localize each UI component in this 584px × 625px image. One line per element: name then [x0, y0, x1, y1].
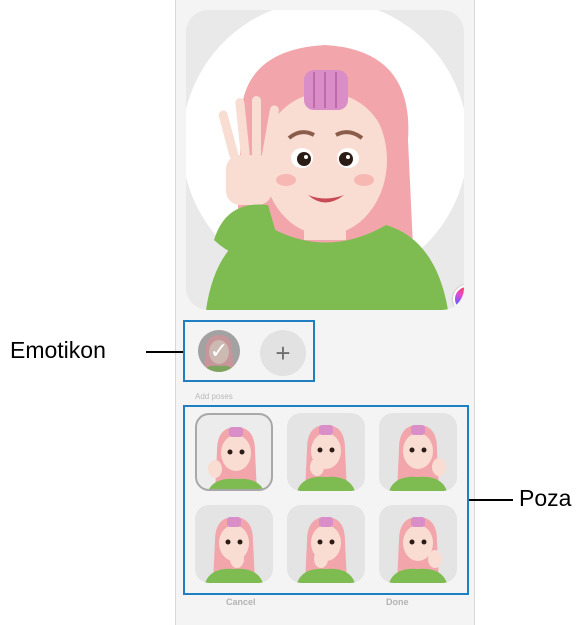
cancel-button[interactable]: Cancel — [226, 597, 256, 607]
pose-callout-label: Poza — [519, 485, 572, 511]
pose-item[interactable] — [379, 413, 457, 491]
pose-item[interactable] — [195, 413, 273, 491]
pose-avatar-icon — [389, 425, 447, 491]
pose-avatar-icon — [297, 425, 355, 491]
pose-item[interactable] — [287, 413, 365, 491]
pose-callout-line — [469, 499, 513, 501]
poses-grid — [183, 405, 469, 595]
done-button[interactable]: Done — [386, 597, 409, 607]
pose-avatar-icon — [389, 517, 447, 583]
emoticon-callout-label: Emotikon — [10, 337, 106, 363]
pose-avatar-icon — [297, 517, 355, 583]
section-hint: Add poses — [195, 392, 233, 401]
selected-check-icon: ✓ — [198, 330, 240, 372]
emoticon-thumbnail[interactable]: ✓ — [198, 330, 240, 372]
pose-item[interactable] — [195, 505, 273, 583]
pose-avatar-icon — [205, 517, 263, 583]
avatar-image — [206, 45, 448, 310]
add-emoticon-button[interactable]: + — [260, 330, 306, 376]
pose-avatar-icon — [208, 427, 264, 489]
emoticon-callout-line — [146, 351, 183, 353]
avatar-preview — [186, 10, 464, 310]
pose-item[interactable] — [379, 505, 457, 583]
pose-item[interactable] — [287, 505, 365, 583]
emoticon-row: ✓ + — [183, 320, 315, 382]
